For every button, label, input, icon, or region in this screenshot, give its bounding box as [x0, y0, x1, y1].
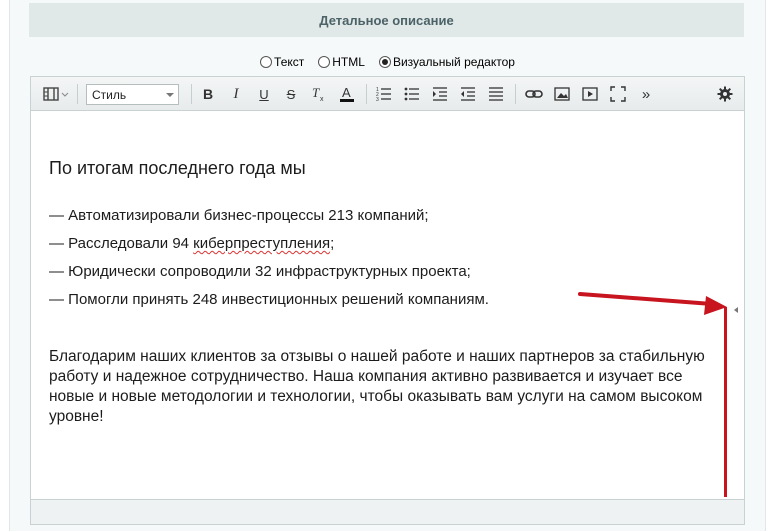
mode-option-html[interactable]: HTML	[318, 55, 365, 69]
svg-text:x: x	[320, 96, 324, 102]
toolbar-separator	[366, 84, 367, 104]
mode-option-text[interactable]: Текст	[260, 55, 304, 69]
list-item-prefix: — Расследовали 94	[49, 235, 194, 252]
image-icon[interactable]	[553, 84, 571, 104]
editor-side-panel	[725, 111, 744, 499]
italic-icon[interactable]: I	[227, 84, 245, 104]
content-paragraph: Благодарим наших клиентов за отзывы о на…	[49, 348, 705, 425]
ordered-list-icon[interactable]: 1 2 3	[375, 84, 393, 104]
style-select[interactable]: Стиль	[86, 84, 179, 105]
strikethrough-icon[interactable]: S	[282, 84, 300, 104]
outdent-icon[interactable]	[431, 84, 449, 104]
section-title: Детальное описание	[319, 12, 454, 28]
svg-text:T: T	[312, 86, 320, 100]
bold-label: B	[202, 86, 214, 102]
editor-toolbar: Стиль B I U S T x A 1 2 3 »	[31, 77, 744, 111]
more-icon[interactable]: »	[637, 84, 655, 104]
underline-label: U	[259, 86, 269, 102]
more-label: »	[641, 85, 651, 103]
settings-icon[interactable]	[716, 84, 734, 104]
section-header: Детальное описание	[29, 3, 744, 37]
chevron-down-icon	[166, 93, 174, 97]
font-color-icon[interactable]: A	[338, 84, 356, 104]
toolbar-separator	[515, 84, 516, 104]
visual-editor: Стиль B I U S T x A 1 2 3 » По итогам по…	[30, 76, 745, 525]
editor-footer	[31, 499, 744, 524]
misspelled-word: киберпреступления	[193, 235, 331, 252]
mode-label-text: Текст	[274, 55, 305, 69]
collapse-arrow-icon[interactable]	[734, 307, 738, 313]
toolbar-separator	[77, 84, 78, 104]
template-icon[interactable]	[41, 84, 71, 104]
fullscreen-icon[interactable]	[609, 84, 627, 104]
mode-option-visual[interactable]: Визуальный редактор	[378, 55, 515, 69]
content-list-item: — Автоматизировали бизнес-процессы 213 к…	[49, 207, 429, 224]
italic-label: I	[233, 85, 239, 102]
indent-icon[interactable]	[459, 84, 477, 104]
content-headline: По итогам последнего года мы	[49, 158, 306, 178]
content-list-item: — Расследовали 94 киберпреступления;	[49, 235, 334, 252]
svg-text:3: 3	[376, 97, 379, 102]
unordered-list-icon[interactable]	[403, 84, 421, 104]
svg-text:A: A	[342, 85, 351, 100]
content-list-item: — Юридически сопроводили 32 инфраструкту…	[49, 263, 471, 280]
justify-icon[interactable]	[487, 84, 505, 104]
mode-label-html: HTML	[332, 55, 365, 69]
radio-text[interactable]	[260, 56, 273, 68]
style-select-value: Стиль	[92, 87, 127, 102]
radio-visual[interactable]	[378, 56, 391, 68]
editor-content-area[interactable]: По итогам последнего года мы — Автоматиз…	[31, 111, 725, 499]
content-list-item: — Помогли принять 248 инвестиционных реш…	[49, 291, 489, 308]
toolbar-separator	[191, 84, 192, 104]
strikethrough-label: S	[286, 86, 296, 102]
remove-format-icon[interactable]: T x	[310, 84, 328, 104]
editor-mode-switch: Текст HTML Визуальный редактор	[0, 53, 775, 71]
list-item-suffix: ;	[330, 235, 335, 252]
mode-label-visual: Визуальный редактор	[392, 55, 515, 69]
radio-html[interactable]	[318, 56, 331, 68]
bold-icon[interactable]: B	[199, 84, 217, 104]
underline-icon[interactable]: U	[255, 84, 273, 104]
video-icon[interactable]	[581, 84, 599, 104]
link-icon[interactable]	[525, 84, 543, 104]
